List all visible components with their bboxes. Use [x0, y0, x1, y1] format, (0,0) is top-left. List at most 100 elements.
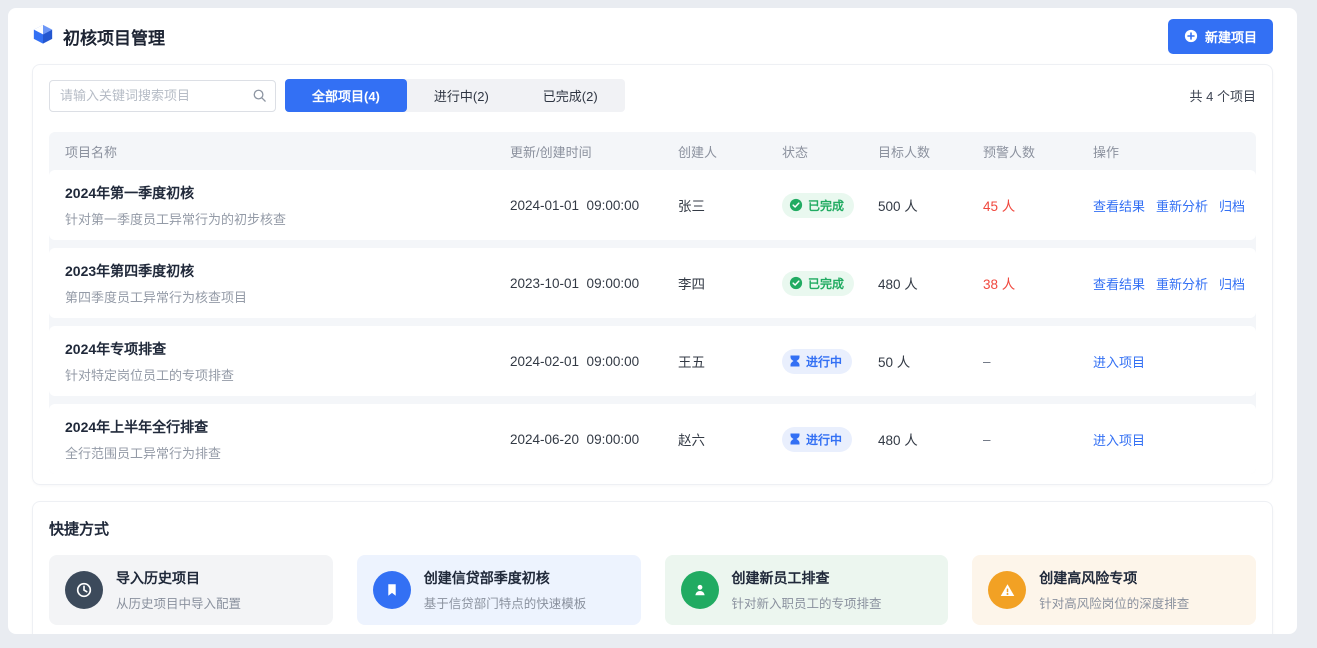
col-header-name: 项目名称 [65, 142, 510, 161]
search-icon[interactable] [252, 88, 267, 108]
project-name-cell: 2024年第一季度初核 针对第一季度员工异常行为的初步核查 [65, 183, 510, 228]
shortcuts-title: 快捷方式 [49, 518, 1256, 539]
shortcut-new-employee-check[interactable]: 创建新员工排查 针对新入职员工的专项排查 [665, 555, 949, 625]
archive-link[interactable]: 归档 [1219, 196, 1245, 215]
cube-icon [32, 23, 54, 50]
reanalyze-link[interactable]: 重新分析 [1156, 196, 1208, 215]
tab-in-progress[interactable]: 进行中(2) [407, 79, 516, 112]
page-title: 初核项目管理 [63, 24, 165, 49]
status-badge: 已完成 [782, 193, 854, 218]
actions-cell: 进入项目 [1093, 352, 1256, 371]
shortcut-texts: 创建新员工排查 针对新入职员工的专项排查 [732, 568, 882, 612]
target-count: 50 人 [878, 351, 983, 371]
status-label: 已完成 [808, 275, 844, 292]
target-count: 500 人 [878, 195, 983, 215]
col-header-time: 更新/创建时间 [510, 142, 678, 161]
col-header-warning: 预警人数 [983, 142, 1093, 161]
col-header-actions: 操作 [1093, 142, 1256, 161]
actions-cell: 查看结果 重新分析 归档 [1093, 274, 1256, 293]
title-wrap: 初核项目管理 [32, 23, 165, 50]
warning-count: – [983, 354, 1093, 369]
status-cell: 已完成 [782, 193, 878, 218]
shortcut-import-history[interactable]: 导入历史项目 从历史项目中导入配置 [49, 555, 333, 625]
enter-project-link[interactable]: 进入项目 [1093, 430, 1145, 449]
col-header-target: 目标人数 [878, 142, 983, 161]
warning-count: 45 人 [983, 195, 1093, 215]
table-row: 2024年专项排查 针对特定岗位员工的专项排查 2024-02-01 09:00… [49, 326, 1256, 396]
project-desc: 第四季度员工异常行为核查项目 [65, 287, 510, 306]
shortcut-desc: 基于信贷部门特点的快速模板 [424, 593, 587, 612]
project-name: 2024年上半年全行排查 [65, 417, 510, 437]
project-name-cell: 2024年上半年全行排查 全行范围员工异常行为排查 [65, 417, 510, 462]
filter-tabs: 全部项目(4) 进行中(2) 已完成(2) [285, 79, 625, 112]
project-creator: 李四 [678, 273, 782, 293]
project-time: 2024-06-20 09:00:00 [510, 432, 678, 447]
check-circle-icon [789, 198, 803, 212]
status-badge: 进行中 [782, 349, 852, 374]
project-time: 2024-02-01 09:00:00 [510, 354, 678, 369]
project-name-cell: 2023年第四季度初核 第四季度员工异常行为核查项目 [65, 261, 510, 306]
shortcuts-card: 快捷方式 导入历史项目 从历史项目中导入配置 [32, 501, 1273, 634]
enter-project-link[interactable]: 进入项目 [1093, 352, 1145, 371]
project-count: 共 4 个项目 [1190, 86, 1256, 105]
col-header-creator: 创建人 [678, 142, 782, 161]
shortcut-texts: 导入历史项目 从历史项目中导入配置 [116, 568, 241, 612]
actions-cell: 查看结果 重新分析 归档 [1093, 196, 1256, 215]
search-input[interactable] [49, 80, 276, 112]
person-icon [681, 571, 719, 609]
status-cell: 进行中 [782, 349, 878, 374]
project-time: 2024-01-01 09:00:00 [510, 198, 678, 213]
status-label: 已完成 [808, 197, 844, 214]
shortcut-credit-dept-template[interactable]: 创建信贷部季度初核 基于信贷部门特点的快速模板 [357, 555, 641, 625]
status-badge: 已完成 [782, 271, 854, 296]
plus-circle-icon [1184, 29, 1198, 43]
reanalyze-link[interactable]: 重新分析 [1156, 274, 1208, 293]
project-desc: 全行范围员工异常行为排查 [65, 443, 510, 462]
status-cell: 已完成 [782, 271, 878, 296]
view-results-link[interactable]: 查看结果 [1093, 196, 1145, 215]
table-row: 2024年第一季度初核 针对第一季度员工异常行为的初步核查 2024-01-01… [49, 170, 1256, 240]
shortcut-texts: 创建信贷部季度初核 基于信贷部门特点的快速模板 [424, 568, 587, 612]
warning-count: 38 人 [983, 273, 1093, 293]
table-row: 2024年上半年全行排查 全行范围员工异常行为排查 2024-06-20 09:… [49, 404, 1256, 474]
shortcut-high-risk-special[interactable]: 创建高风险专项 针对高风险岗位的深度排查 [972, 555, 1256, 625]
status-label: 进行中 [806, 353, 842, 370]
shortcut-title: 创建高风险专项 [1039, 568, 1189, 588]
project-desc: 针对特定岗位员工的专项排查 [65, 365, 510, 384]
status-badge: 进行中 [782, 427, 852, 452]
tab-completed[interactable]: 已完成(2) [516, 79, 625, 112]
archive-link[interactable]: 归档 [1219, 274, 1245, 293]
clock-icon [65, 571, 103, 609]
project-name-cell: 2024年专项排查 针对特定岗位员工的专项排查 [65, 339, 510, 384]
check-circle-icon [789, 276, 803, 290]
project-list-card: 全部项目(4) 进行中(2) 已完成(2) 共 4 个项目 项目名称 更新/创建… [32, 64, 1273, 485]
shortcut-desc: 从历史项目中导入配置 [116, 593, 241, 612]
table-row: 2023年第四季度初核 第四季度员工异常行为核查项目 2023-10-01 09… [49, 248, 1256, 318]
project-desc: 针对第一季度员工异常行为的初步核查 [65, 209, 510, 228]
warning-count: – [983, 432, 1093, 447]
tab-all-projects[interactable]: 全部项目(4) [285, 79, 407, 112]
status-cell: 进行中 [782, 427, 878, 452]
status-label: 进行中 [806, 431, 842, 448]
project-creator: 张三 [678, 195, 782, 215]
app-panel: 初核项目管理 新建项目 [8, 8, 1297, 634]
project-time: 2023-10-01 09:00:00 [510, 276, 678, 291]
bookmark-icon [373, 571, 411, 609]
table-body: 2024年第一季度初核 针对第一季度员工异常行为的初步核查 2024-01-01… [49, 170, 1256, 474]
new-project-button[interactable]: 新建项目 [1168, 19, 1273, 54]
new-project-label: 新建项目 [1205, 27, 1257, 46]
target-count: 480 人 [878, 429, 983, 449]
target-count: 480 人 [878, 273, 983, 293]
view-results-link[interactable]: 查看结果 [1093, 274, 1145, 293]
shortcut-title: 创建信贷部季度初核 [424, 568, 587, 588]
shortcut-title: 导入历史项目 [116, 568, 241, 588]
project-creator: 赵六 [678, 429, 782, 449]
project-name: 2024年第一季度初核 [65, 183, 510, 203]
toolbar: 全部项目(4) 进行中(2) 已完成(2) 共 4 个项目 [49, 79, 1256, 112]
actions-cell: 进入项目 [1093, 430, 1256, 449]
warning-triangle-icon [988, 571, 1026, 609]
shortcut-desc: 针对新入职员工的专项排查 [732, 593, 882, 612]
search-box [49, 80, 276, 112]
shortcut-texts: 创建高风险专项 针对高风险岗位的深度排查 [1039, 568, 1189, 612]
top-bar: 初核项目管理 新建项目 [32, 8, 1273, 64]
